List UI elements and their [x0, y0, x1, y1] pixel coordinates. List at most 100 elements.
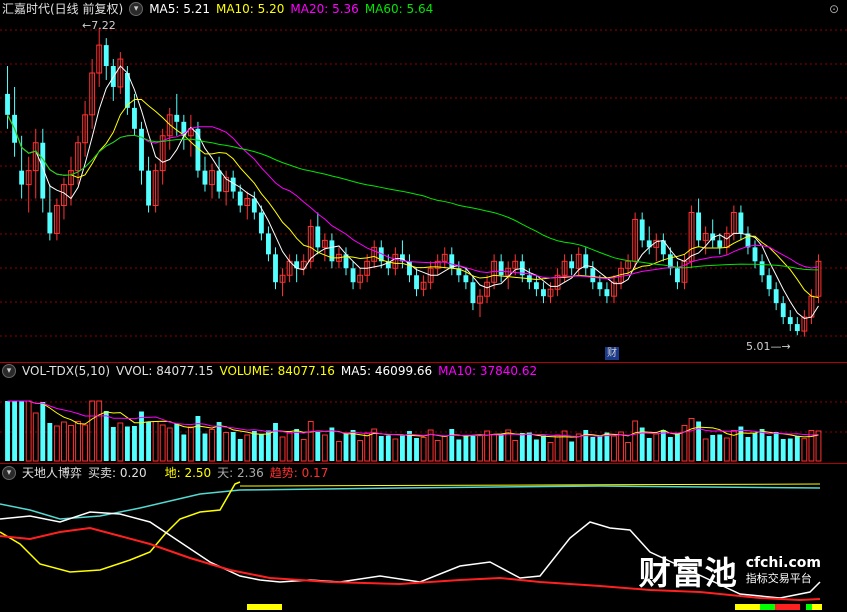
price-chart[interactable]	[0, 0, 847, 362]
candle-down	[639, 219, 645, 241]
watermark: 财富池 cfchi.com 指标交易平台	[639, 548, 821, 594]
ma5-label: MA5: 5.21	[149, 2, 210, 16]
indicator-header: ▾ 天地人博弈 买卖: 0.20 地: 2.50 天: 2.36 趋势: 0.1…	[2, 465, 328, 481]
candle-down	[759, 261, 765, 276]
volume-bar-up	[434, 440, 441, 462]
candle-down	[132, 107, 137, 129]
watermark-tagline: 指标交易平台	[745, 572, 812, 585]
volume-bar-down	[590, 437, 596, 461]
volume-bar-down	[414, 438, 419, 461]
volume-bar-up	[491, 434, 498, 462]
volume-bar-up	[547, 442, 554, 462]
volume-bar-up	[702, 438, 709, 462]
indicator-title: 天地人博弈	[22, 466, 83, 480]
candle-down	[773, 289, 779, 304]
candle-down	[597, 282, 603, 290]
candle-down	[350, 268, 356, 283]
volume-bar-down	[794, 435, 800, 461]
candle-down	[780, 303, 786, 318]
volume-bar-up	[117, 422, 124, 462]
vol-title: VOL-TDX(5,10)	[22, 364, 111, 378]
high-price-label: ←7.22	[82, 19, 116, 32]
volume-bar-up	[575, 433, 582, 462]
candle-down	[463, 275, 469, 283]
volume-bar-down	[604, 432, 610, 461]
volume-bar-down	[745, 437, 751, 461]
volume-bar-down	[667, 437, 673, 461]
candle-down	[541, 289, 546, 297]
volume-bar-up	[321, 434, 328, 462]
volume-bar-up	[82, 424, 89, 462]
candle-down	[47, 212, 53, 234]
price-panel[interactable]: 汇嘉时代(日线 前复权) ▾ MA5: 5.21 MA10: 5.20 MA20…	[0, 0, 847, 362]
volume-bar-up	[68, 425, 74, 462]
candle-down	[533, 282, 539, 290]
volume-bar-down	[470, 435, 476, 461]
chevron-down-icon[interactable]: ▾	[2, 466, 16, 480]
chevron-down-icon[interactable]: ▾	[129, 2, 144, 16]
volume-bar-down	[315, 432, 321, 461]
candle-down	[407, 261, 412, 276]
candle-down	[717, 240, 723, 248]
candle-down	[40, 142, 46, 199]
volume-bar-up	[53, 425, 60, 462]
candle-down	[273, 254, 278, 283]
volume-bar-down	[110, 427, 116, 461]
vvol-label: VVOL: 84077.15	[116, 364, 214, 378]
signal-bar	[735, 604, 760, 610]
finance-tag[interactable]: 财	[605, 347, 619, 360]
candle-down	[752, 247, 758, 262]
maimai-label: 买卖: 0.20	[88, 466, 147, 480]
volume-bar-down	[675, 433, 680, 461]
volume-bar-up	[420, 437, 427, 462]
volume-bar-down	[752, 433, 758, 461]
volume-bar-down	[273, 423, 278, 461]
volume-bar-up	[25, 400, 32, 462]
volume-bar-down	[294, 429, 300, 461]
volume-bar-down	[202, 433, 208, 461]
volume-bar-up	[688, 418, 695, 462]
qushi-label: 趋势: 0.17	[269, 466, 329, 480]
candle-down	[470, 282, 476, 304]
volume-bar-up	[223, 432, 230, 462]
watermark-brand: 财富池	[638, 554, 738, 592]
volume-bar-up	[96, 400, 103, 462]
volume-bar-up	[357, 440, 364, 462]
low-price-label: 5.01—→	[746, 340, 791, 353]
volume-bar-down	[710, 435, 716, 461]
candle-down	[216, 170, 222, 192]
volume-bar-down	[251, 431, 257, 461]
top-yellow-line	[239, 483, 821, 487]
candle-down	[19, 170, 25, 185]
volume-bar-up	[364, 432, 371, 462]
volume-bar-up	[300, 439, 307, 462]
volume-bar-down	[40, 402, 46, 461]
volume-bar-down	[759, 429, 765, 461]
volume-bar-down	[717, 434, 723, 461]
signal-bar	[806, 604, 812, 610]
watermark-text: cfchi.com 指标交易平台	[746, 556, 821, 586]
volume-bar-up	[75, 421, 81, 462]
volume-bar-down	[526, 432, 532, 461]
volume-bar-up	[625, 442, 632, 462]
volume-bar-down	[181, 434, 187, 461]
candle-down	[604, 289, 610, 297]
volume-bar-down	[498, 434, 504, 461]
volume-bar-up	[723, 437, 730, 462]
collapse-icon[interactable]: ⊙	[827, 2, 841, 16]
chevron-down-icon[interactable]: ▾	[2, 364, 16, 378]
signal-bar	[760, 604, 775, 610]
volume-bar-down	[174, 424, 180, 461]
volume-bar-down	[541, 435, 546, 461]
volume-bar-down	[350, 430, 356, 461]
candle-down	[766, 275, 772, 290]
candle-down	[103, 45, 109, 67]
ma60-label: MA60: 5.64	[364, 2, 434, 16]
candle-down	[696, 212, 702, 241]
volume-bar-down	[660, 430, 666, 461]
indicator-panel[interactable]: ▾ 天地人博弈 买卖: 0.20 地: 2.50 天: 2.36 趋势: 0.1…	[0, 464, 847, 612]
candle-down	[174, 114, 180, 122]
volume-bar-down	[738, 426, 744, 461]
volume-bar-up	[441, 436, 448, 462]
volume-panel[interactable]: ▾ VOL-TDX(5,10) VVOL: 84077.15 VOLUME: 8…	[0, 362, 847, 462]
